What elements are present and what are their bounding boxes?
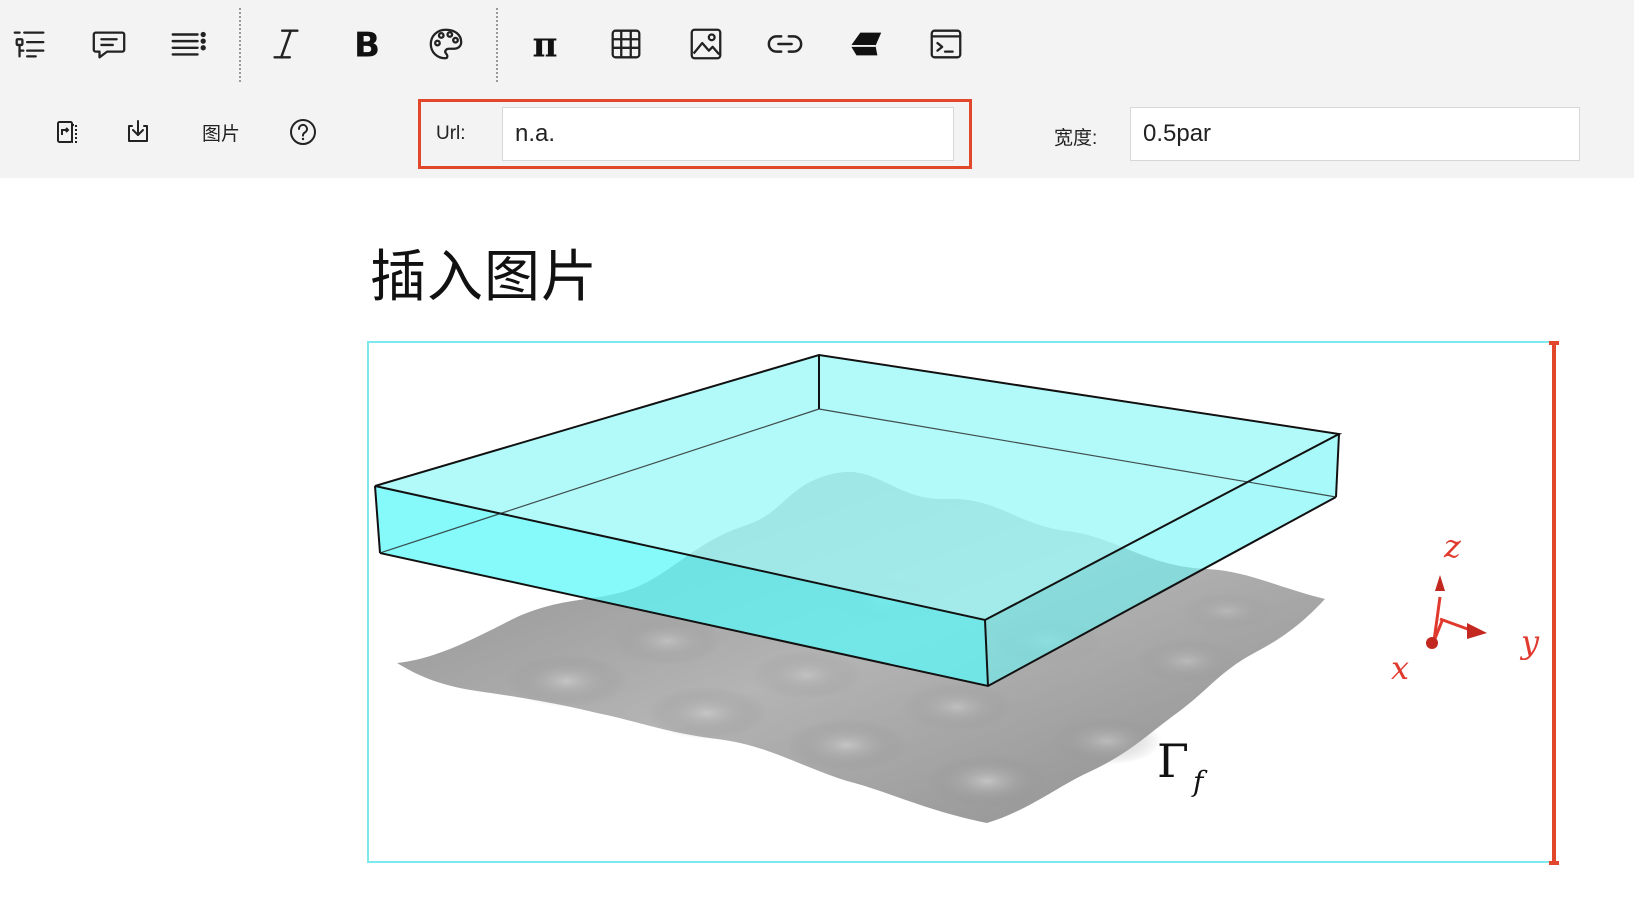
toolbar-row-primary: B π [0, 0, 1634, 90]
comment-button[interactable] [83, 18, 135, 70]
axes-triad: z y x [1391, 527, 1540, 687]
download-image-button[interactable] [118, 110, 158, 154]
table-icon [611, 29, 641, 59]
toolbar-separator [496, 8, 498, 82]
list-menu-icon [171, 31, 206, 56]
axis-x-label: x [1391, 649, 1409, 687]
replace-image-button[interactable] [48, 110, 88, 154]
terminal-icon [930, 29, 962, 59]
resize-handle-bottom-cap [1549, 861, 1559, 865]
document-heading: 插入图片 [370, 245, 598, 310]
svg-text:π: π [532, 25, 557, 63]
table-button[interactable] [600, 18, 652, 70]
svg-text:B: B [354, 25, 380, 63]
image-type-button[interactable]: 图片 [198, 110, 244, 154]
width-input[interactable] [1130, 107, 1580, 161]
image-button[interactable] [680, 18, 732, 70]
paragraph-list-button[interactable] [162, 18, 214, 70]
outline-button[interactable] [4, 18, 56, 70]
image-type-label: 图片 [201, 122, 240, 145]
italic-button[interactable] [260, 18, 312, 70]
editor-toolbar: B π 图片 Url: n.a. 宽度: 0.5par [0, 0, 1634, 178]
link-button[interactable] [759, 18, 811, 70]
math-button[interactable]: π [519, 18, 571, 70]
url-input[interactable] [502, 107, 954, 161]
url-label: Url: [436, 123, 466, 144]
width-label: 宽度: [1054, 128, 1098, 149]
eraser-button[interactable] [840, 18, 892, 70]
resize-handle-top-cap [1549, 341, 1559, 345]
link-icon [767, 35, 803, 53]
toolbar-separator [239, 8, 241, 82]
code-button[interactable] [920, 18, 972, 70]
download-icon [128, 120, 148, 142]
color-button[interactable] [420, 18, 472, 70]
width-resize-handle[interactable] [1552, 341, 1556, 865]
figure-image: Γ f z y x [374, 353, 1540, 823]
gamma-f-label: Γ f [1157, 734, 1208, 798]
outline-list-icon [13, 31, 45, 58]
toolbar-row-image-props: 图片 Url: 宽度: [0, 90, 1634, 178]
help-circle-icon [290, 119, 316, 145]
comment-icon [92, 31, 126, 59]
bold-icon: B [354, 25, 380, 63]
gamma-subscript: f [1191, 765, 1208, 798]
eraser-icon [850, 32, 882, 56]
axis-z-label: z [1443, 527, 1462, 565]
palette-icon [429, 28, 463, 60]
image-icon [690, 28, 722, 60]
help-button[interactable] [283, 110, 323, 154]
italic-icon [273, 29, 299, 59]
gamma-symbol: Γ [1157, 734, 1189, 788]
bold-button[interactable]: B [341, 18, 393, 70]
axis-y-label: y [1519, 623, 1540, 661]
replace-file-icon [57, 121, 77, 143]
pi-icon: π [532, 25, 557, 63]
